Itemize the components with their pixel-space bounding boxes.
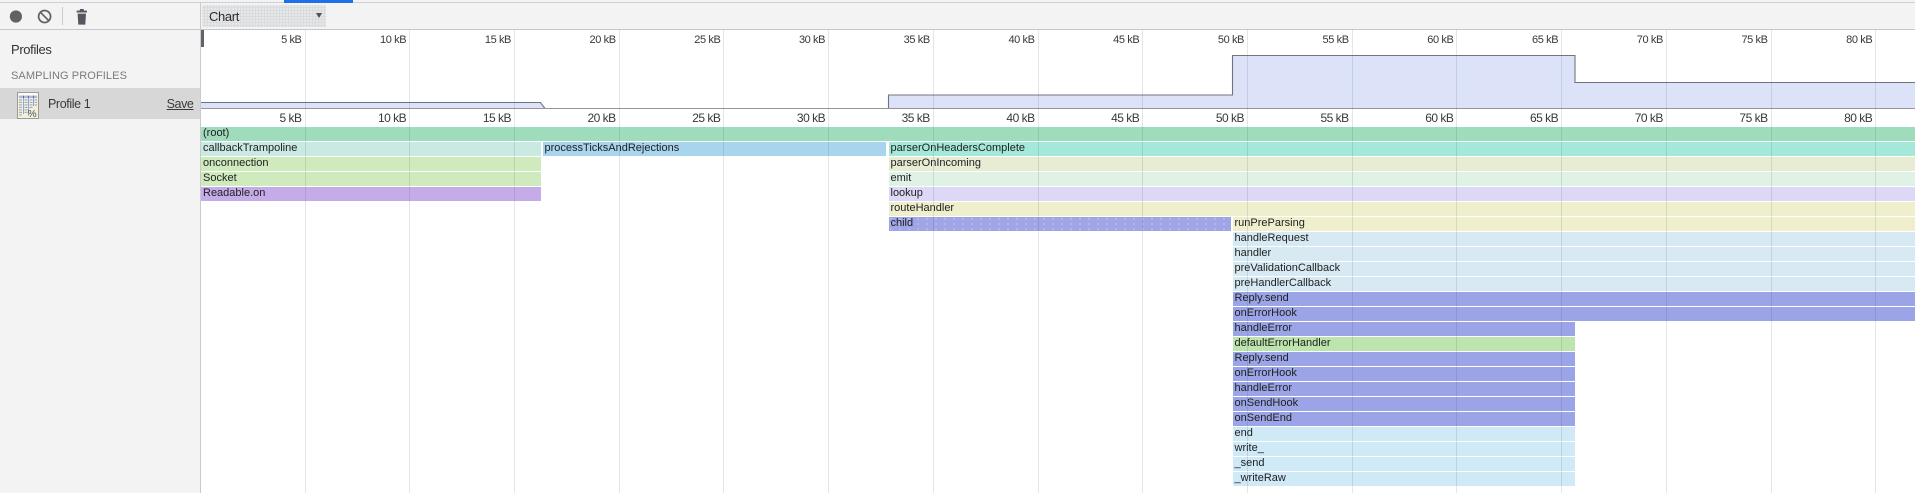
svg-text:%: % [28,109,37,119]
